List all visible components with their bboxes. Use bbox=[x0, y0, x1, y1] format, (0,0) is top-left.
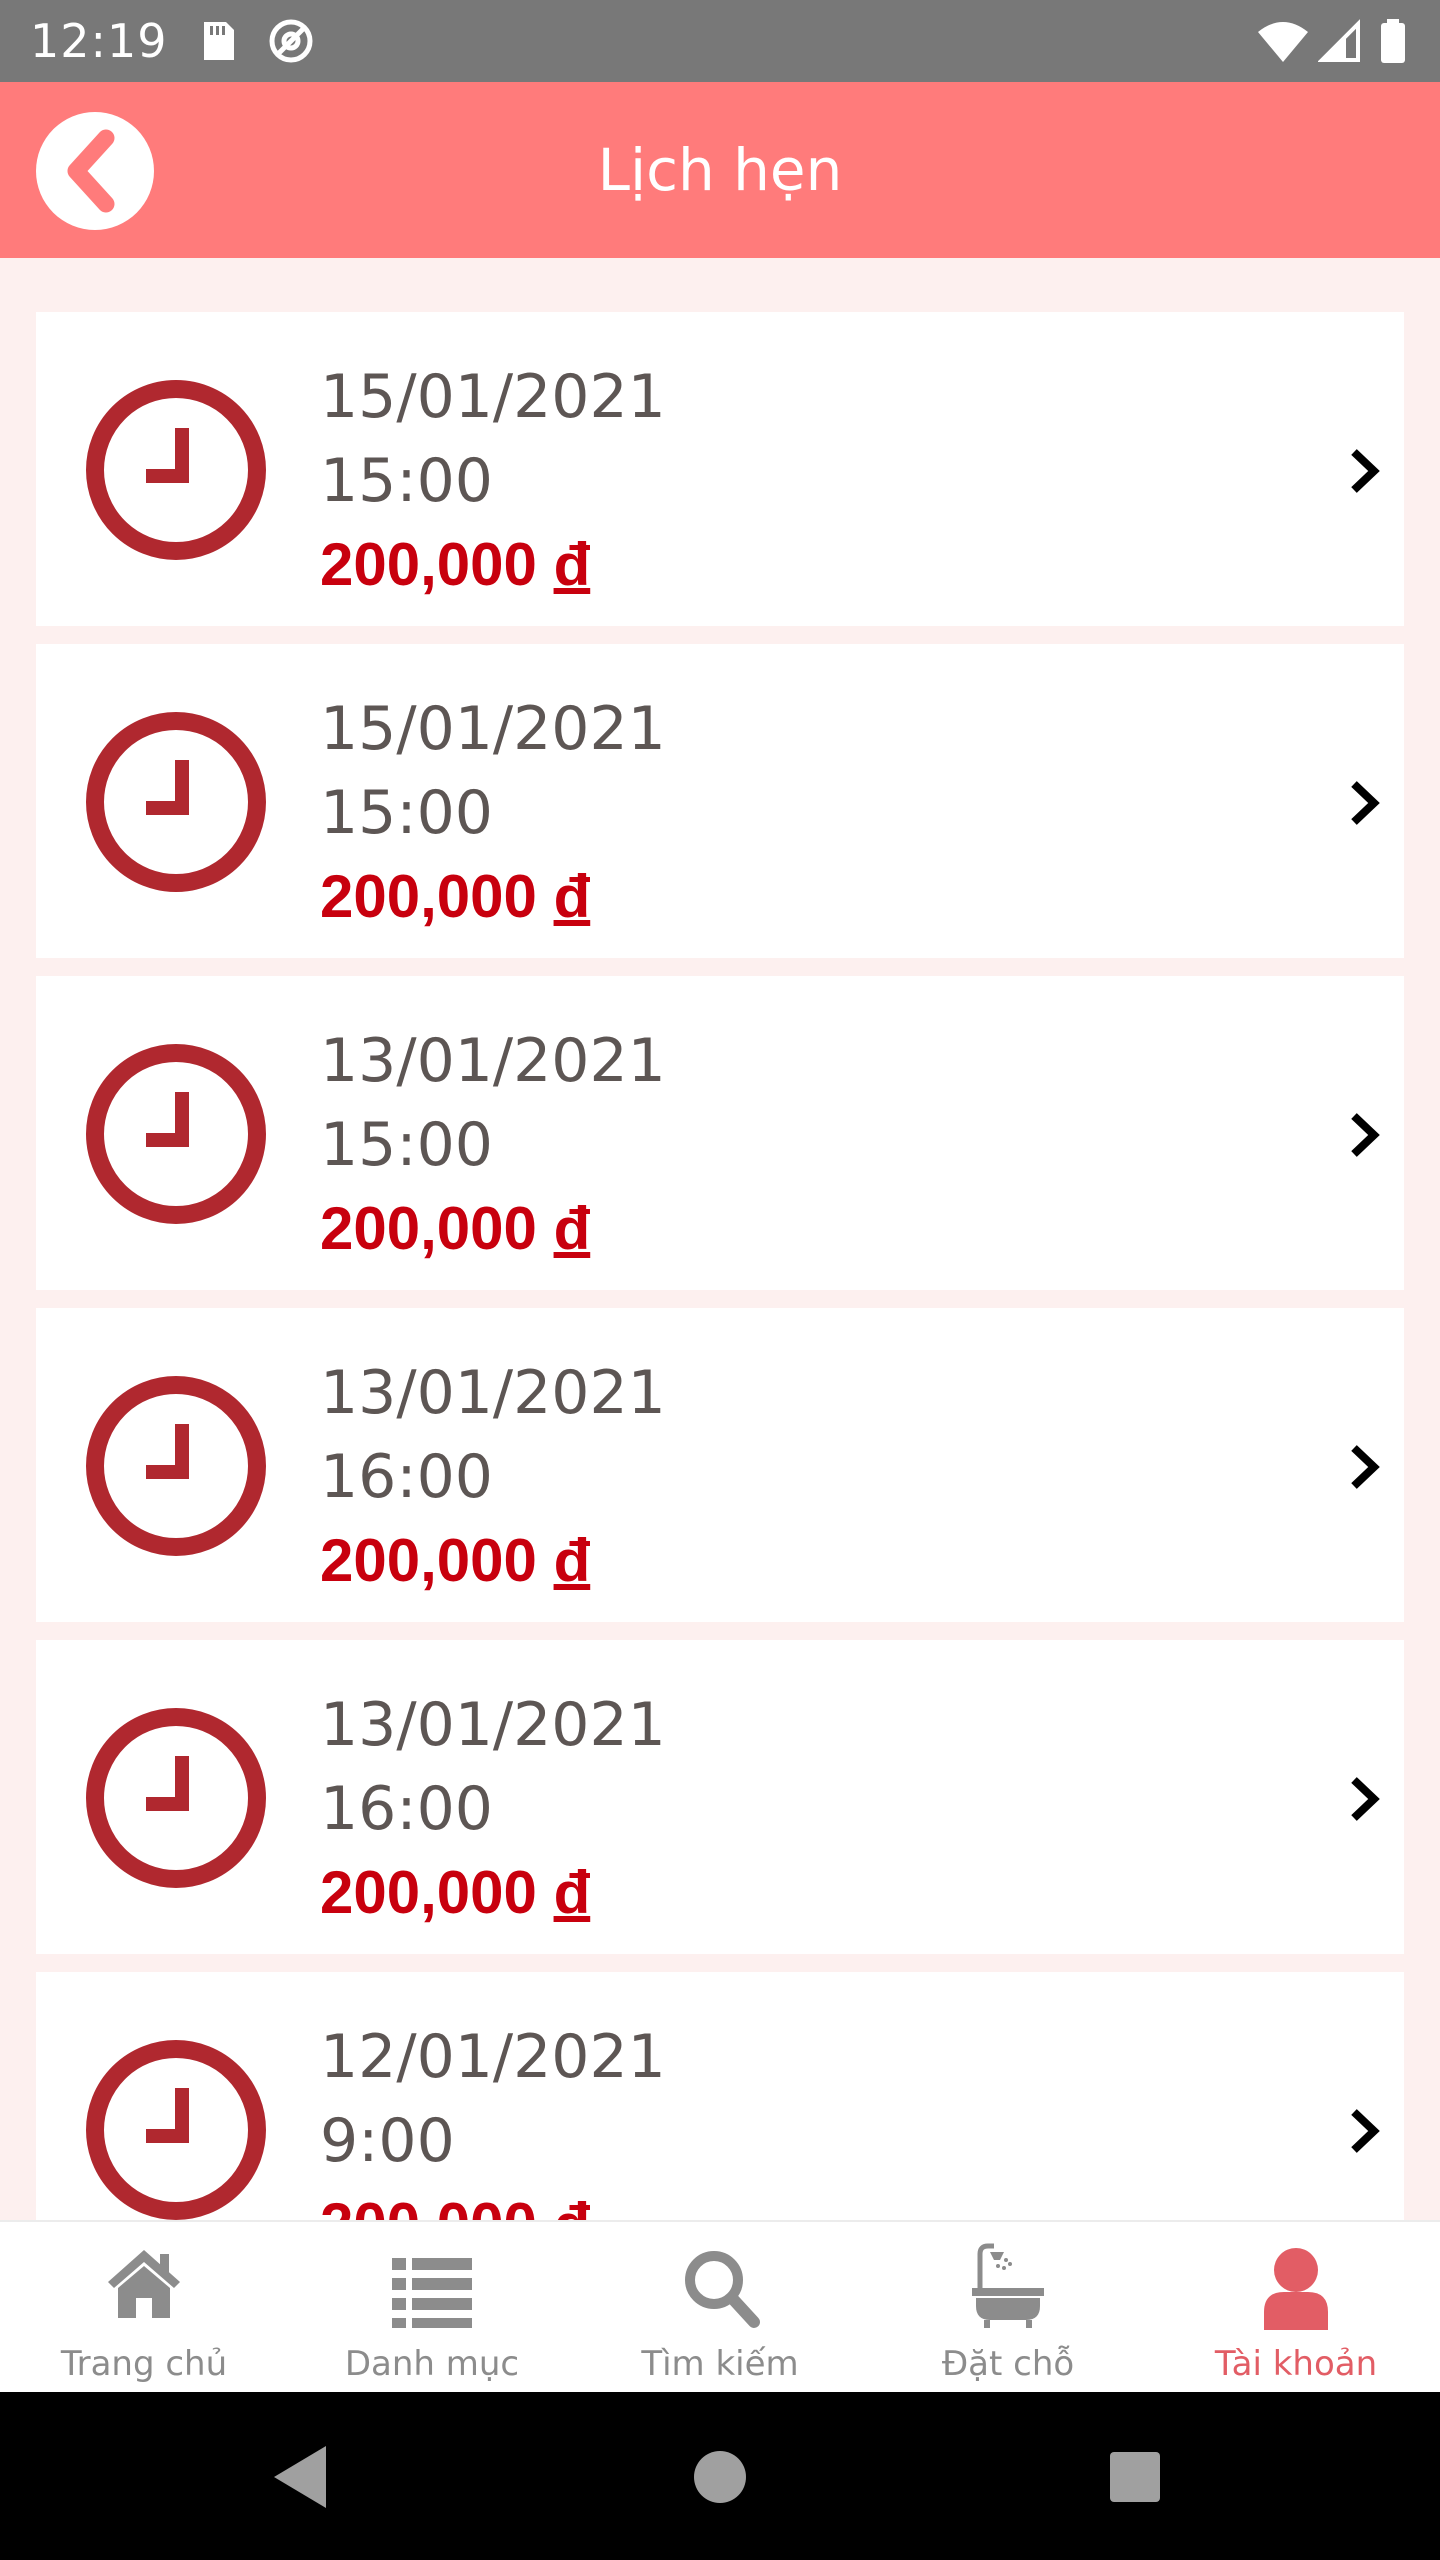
app-header: Lịch hẹn bbox=[0, 82, 1440, 258]
clock-icon bbox=[86, 1376, 266, 1556]
appointment-card[interactable]: 13/01/2021 15:00 200,000 đ bbox=[36, 976, 1404, 1290]
appointment-time: 15:00 bbox=[320, 778, 493, 848]
price-amount: 200,000 bbox=[320, 531, 537, 598]
clock-icon bbox=[86, 1044, 266, 1224]
appointment-date: 13/01/2021 bbox=[320, 1026, 666, 1096]
appointment-card[interactable]: 13/01/2021 16:00 200,000 đ bbox=[36, 1640, 1404, 1954]
appointment-price: 200,000 đ bbox=[320, 530, 590, 600]
price-amount: 200,000 bbox=[320, 1859, 537, 1926]
appointment-price: 200,000 đ bbox=[320, 862, 590, 932]
home-icon bbox=[108, 2250, 180, 2318]
status-bar: 12:19 bbox=[0, 0, 1440, 82]
appointment-card[interactable]: 13/01/2021 16:00 200,000 đ bbox=[36, 1308, 1404, 1622]
appointment-date: 15/01/2021 bbox=[320, 694, 666, 764]
price-currency: đ bbox=[553, 863, 591, 930]
clock-icon bbox=[86, 1708, 266, 1888]
recents-square-icon[interactable] bbox=[1090, 2432, 1180, 2522]
appointment-price: 200,000 đ bbox=[320, 1194, 590, 1264]
back-triangle-icon[interactable] bbox=[256, 2432, 346, 2522]
appointment-time: 15:00 bbox=[320, 446, 493, 516]
chevron-left-icon bbox=[67, 129, 115, 213]
nav-item-search[interactable]: Tìm kiếm bbox=[576, 2222, 864, 2394]
chevron-right-icon bbox=[1351, 1113, 1380, 1157]
price-currency: đ bbox=[553, 1195, 591, 1262]
appointment-card[interactable]: 12/01/2021 9:00 200,000 đ bbox=[36, 1972, 1404, 2220]
appointment-time: 9:00 bbox=[320, 2106, 455, 2176]
price-amount: 200,000 bbox=[320, 863, 537, 930]
signal-icon bbox=[1318, 19, 1360, 62]
price-currency: đ bbox=[554, 2191, 591, 2220]
appointment-price: 200,000 đ bbox=[320, 1526, 590, 1596]
appointment-date: 13/01/2021 bbox=[320, 1690, 666, 1760]
price-currency: đ bbox=[553, 1859, 591, 1926]
appointment-time: 16:00 bbox=[320, 1774, 493, 1844]
bathtub-icon bbox=[972, 2243, 1044, 2328]
wifi-icon bbox=[1258, 22, 1308, 62]
appointment-time: 15:00 bbox=[320, 1110, 493, 1180]
nav-item-categories[interactable]: Danh mục bbox=[288, 2222, 576, 2394]
nav-item-account[interactable]: Tài khoản bbox=[1152, 2222, 1440, 2394]
price-amount: 200,000 bbox=[320, 2191, 537, 2220]
battery-icon bbox=[1381, 19, 1405, 63]
nav-item-booking[interactable]: Đặt chỗ bbox=[864, 2222, 1152, 2394]
price-currency: đ bbox=[553, 1527, 591, 1594]
clock-icon bbox=[86, 712, 266, 892]
nav-label: Trang chủ bbox=[60, 2344, 228, 2384]
appointment-list[interactable]: 15/01/2021 15:00 200,000 đ 15/01/2021 15… bbox=[36, 312, 1404, 2220]
appointment-card[interactable]: 15/01/2021 15:00 200,000 đ bbox=[36, 312, 1404, 626]
list-icon bbox=[392, 2258, 472, 2328]
appointment-date: 12/01/2021 bbox=[320, 2022, 666, 2092]
home-circle-icon[interactable] bbox=[675, 2432, 765, 2522]
price-currency: đ bbox=[553, 531, 591, 598]
nav-label: Đặt chỗ bbox=[941, 2344, 1075, 2384]
page-title: Lịch hẹn bbox=[597, 136, 843, 204]
bottom-nav: Trang chủ Danh mục Tìm kiếm Đặt chỗ Tài … bbox=[0, 2220, 1440, 2394]
nav-label: Danh mục bbox=[344, 2344, 520, 2384]
sd-card-icon bbox=[204, 22, 234, 60]
status-time: 12:19 bbox=[30, 14, 168, 68]
user-icon bbox=[1264, 2248, 1328, 2330]
nav-label: Tài khoản bbox=[1214, 2344, 1378, 2384]
system-nav-bar bbox=[0, 2392, 1440, 2560]
appointment-time: 16:00 bbox=[320, 1442, 493, 1512]
appointment-date: 13/01/2021 bbox=[320, 1358, 666, 1428]
nav-item-home[interactable]: Trang chủ bbox=[0, 2222, 288, 2394]
price-amount: 200,000 bbox=[320, 1527, 537, 1594]
at-sign-icon bbox=[269, 19, 313, 63]
back-button[interactable] bbox=[36, 112, 154, 230]
chevron-right-icon bbox=[1351, 1445, 1380, 1489]
nav-label: Tìm kiếm bbox=[641, 2344, 799, 2384]
chevron-right-icon bbox=[1351, 449, 1380, 493]
clock-icon bbox=[86, 380, 266, 560]
chevron-right-icon bbox=[1351, 1777, 1380, 1821]
search-icon bbox=[685, 2251, 760, 2328]
appointment-date: 15/01/2021 bbox=[320, 362, 666, 432]
chevron-right-icon bbox=[1351, 2109, 1380, 2153]
appointment-card[interactable]: 15/01/2021 15:00 200,000 đ bbox=[36, 644, 1404, 958]
price-amount: 200,000 bbox=[320, 1195, 537, 1262]
appointment-price: 200,000 đ bbox=[320, 1858, 590, 1928]
appointment-price: 200,000 đ bbox=[320, 2190, 590, 2220]
chevron-right-icon bbox=[1351, 781, 1380, 825]
clock-icon bbox=[86, 2040, 266, 2220]
